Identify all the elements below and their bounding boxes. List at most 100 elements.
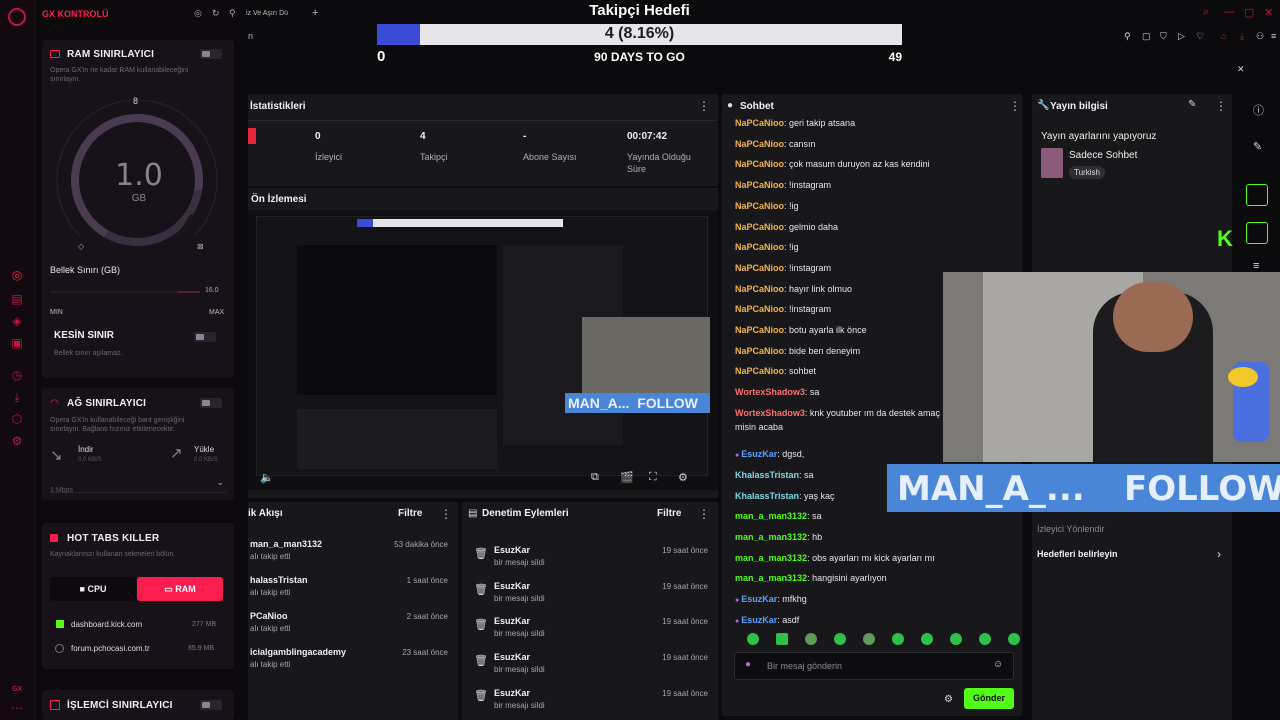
network-limiter-toggle[interactable] xyxy=(200,398,222,408)
moderation-user[interactable]: EsuzKar xyxy=(494,616,530,626)
preview-video[interactable]: MAN_A... FOLLOW xyxy=(248,210,718,490)
new-tab-icon[interactable]: + xyxy=(312,7,318,19)
stream-category[interactable]: Sadece Sohbet xyxy=(1069,150,1137,161)
emote-icon[interactable] xyxy=(1008,633,1020,645)
pin-tab-icon[interactable]: ⚲ xyxy=(1124,31,1131,42)
edit-icon[interactable]: ✎ xyxy=(1188,99,1196,110)
layout-toggle-icon[interactable] xyxy=(1246,184,1268,206)
downloads-icon[interactable]: ⤓ xyxy=(9,389,25,405)
chat-username[interactable]: NaPCaNioo xyxy=(735,118,784,128)
chat-username[interactable]: NaPCaNioo xyxy=(735,242,784,252)
more-icon[interactable]: ⋯ xyxy=(9,700,25,716)
more-options-icon[interactable]: ⋮ xyxy=(698,507,710,521)
profile-icon[interactable]: ⚇ xyxy=(1256,31,1264,42)
chat-username[interactable]: NaPCaNioo xyxy=(735,139,784,149)
play-icon[interactable]: ▷ xyxy=(1178,31,1185,42)
list-icon[interactable]: ≡ xyxy=(1253,260,1259,272)
chat-settings-icon[interactable]: ⚙ xyxy=(944,694,953,705)
ram-limiter-toggle[interactable] xyxy=(200,49,222,59)
microphone-icon[interactable]: ● xyxy=(745,659,751,670)
chat-username[interactable]: man_a_man3132 xyxy=(735,573,807,583)
chat-username[interactable]: NaPCaNioo xyxy=(735,159,784,169)
activity-name[interactable]: man_a_man3132 xyxy=(250,539,322,549)
maximize-icon[interactable]: ▢ xyxy=(1244,6,1254,19)
emote-icon[interactable] xyxy=(921,633,933,645)
settings-gear-icon[interactable]: ⚙ xyxy=(678,471,688,484)
chat-username[interactable]: man_a_man3132 xyxy=(735,553,807,563)
set-goals-label[interactable]: Hedefleri belirleyin xyxy=(1037,549,1118,559)
hot-tab-name[interactable]: forum.pchocasi.com.tr xyxy=(71,644,150,653)
chat-username[interactable]: NaPCaNioo xyxy=(735,222,784,232)
memory-slider-track[interactable] xyxy=(50,291,200,293)
history-icon[interactable]: ◷ xyxy=(9,367,25,383)
speed-select[interactable]: 1 Mbps ⌄ xyxy=(50,477,226,494)
emote-icon[interactable] xyxy=(863,633,875,645)
chat-username[interactable]: NaPCaNioo xyxy=(735,201,784,211)
chat-username[interactable]: NaPCaNioo xyxy=(735,325,784,335)
more-options-icon[interactable]: ⋮ xyxy=(698,99,710,113)
download-icon[interactable]: ⤓ xyxy=(1240,31,1244,42)
chat-username[interactable]: man_a_man3132 xyxy=(735,511,807,521)
ram-button[interactable]: ▭ RAM xyxy=(137,577,223,601)
moderation-user[interactable]: EsuzKar xyxy=(494,652,530,662)
chat-username[interactable]: EsuzKar xyxy=(741,449,777,459)
browser-tab-fragment[interactable]: iz Ve Aşırı Dü xyxy=(246,10,288,17)
more-options-icon[interactable]: ⋮ xyxy=(1215,99,1227,113)
moderation-user[interactable]: EsuzKar xyxy=(494,545,530,555)
pin-icon[interactable]: ⚲ xyxy=(229,8,236,19)
emote-icon[interactable] xyxy=(747,633,759,645)
emote-icon[interactable] xyxy=(834,633,846,645)
emote-icon[interactable] xyxy=(805,633,817,645)
emote-icon[interactable] xyxy=(979,633,991,645)
heart-icon[interactable]: ♡ xyxy=(1196,31,1204,42)
music-icon[interactable]: ▣ xyxy=(9,335,25,351)
moderation-user[interactable]: EsuzKar xyxy=(494,581,530,591)
pencil-icon[interactable]: ✎ xyxy=(1253,140,1262,153)
chat-username[interactable]: NaPCaNioo xyxy=(735,346,784,356)
chat-username[interactable]: WortexShadow3 xyxy=(735,387,805,397)
activity-name[interactable]: halassTristan xyxy=(250,575,308,585)
chat-username[interactable]: NaPCaNioo xyxy=(735,284,784,294)
emoji-icon[interactable]: ☺ xyxy=(993,659,1003,670)
more-options-icon[interactable]: ⋮ xyxy=(1009,99,1021,113)
snapshot-icon[interactable]: ▢ xyxy=(1142,31,1151,42)
moderation-user[interactable]: EsuzKar xyxy=(494,688,530,698)
chat-username[interactable]: NaPCaNioo xyxy=(735,304,784,314)
wallet-icon[interactable]: ⌂ xyxy=(1221,31,1226,41)
raid-label[interactable]: İzleyici Yönlendir xyxy=(1037,524,1104,534)
search-icon[interactable]: ⌕ xyxy=(1203,6,1209,19)
moderation-filter-button[interactable]: Filtre xyxy=(657,508,681,519)
cpu-button[interactable]: ■ CPU xyxy=(50,577,136,601)
fullscreen-icon[interactable]: ⛶ xyxy=(649,471,657,484)
refresh-icon[interactable]: ↻ xyxy=(212,8,220,19)
layout-toggle-icon[interactable] xyxy=(1246,222,1268,244)
clip-icon[interactable]: 🎬 xyxy=(620,471,634,484)
gx-control-icon[interactable]: ◎ xyxy=(9,267,25,283)
activity-name[interactable]: icialgamblingacademy xyxy=(250,647,346,657)
target-icon[interactable]: ◎ xyxy=(194,8,202,19)
settings-icon[interactable]: ⚙ xyxy=(9,433,25,449)
chat-input[interactable]: ● Bir mesaj gönderin ☺ xyxy=(734,652,1014,680)
chat-username[interactable]: EsuzKar xyxy=(741,594,777,604)
chat-username[interactable]: WortexShadow3 xyxy=(735,408,805,418)
chat-username[interactable]: KhalassTristan xyxy=(735,470,799,480)
menu-icon[interactable]: ≡ xyxy=(1271,31,1276,41)
hot-tab-name[interactable]: dashboard.kick.com xyxy=(71,620,142,629)
emote-icon[interactable] xyxy=(776,633,788,645)
activity-name[interactable]: PCaNioo xyxy=(250,611,288,621)
close-tab-overlay-icon[interactable]: ✕ xyxy=(1237,64,1245,75)
chat-username[interactable]: man_a_man3132 xyxy=(735,532,807,542)
hard-limit-toggle[interactable] xyxy=(194,332,216,342)
activity-filter-button[interactable]: Filtre xyxy=(398,508,422,519)
chat-username[interactable]: KhalassTristan xyxy=(735,491,799,501)
volume-icon[interactable]: 🔈 xyxy=(260,471,274,484)
chat-username[interactable]: NaPCaNioo xyxy=(735,263,784,273)
shield-icon[interactable]: ⛉ xyxy=(1160,31,1167,42)
picture-in-picture-icon[interactable]: ⧉ xyxy=(591,471,599,484)
minimize-icon[interactable]: — xyxy=(1224,6,1235,18)
opera-gx-logo-icon[interactable] xyxy=(8,8,26,26)
emote-icon[interactable] xyxy=(950,633,962,645)
emote-icon[interactable] xyxy=(892,633,904,645)
twitch-icon[interactable]: ◈ xyxy=(9,313,25,329)
send-button[interactable]: Gönder xyxy=(964,688,1014,709)
